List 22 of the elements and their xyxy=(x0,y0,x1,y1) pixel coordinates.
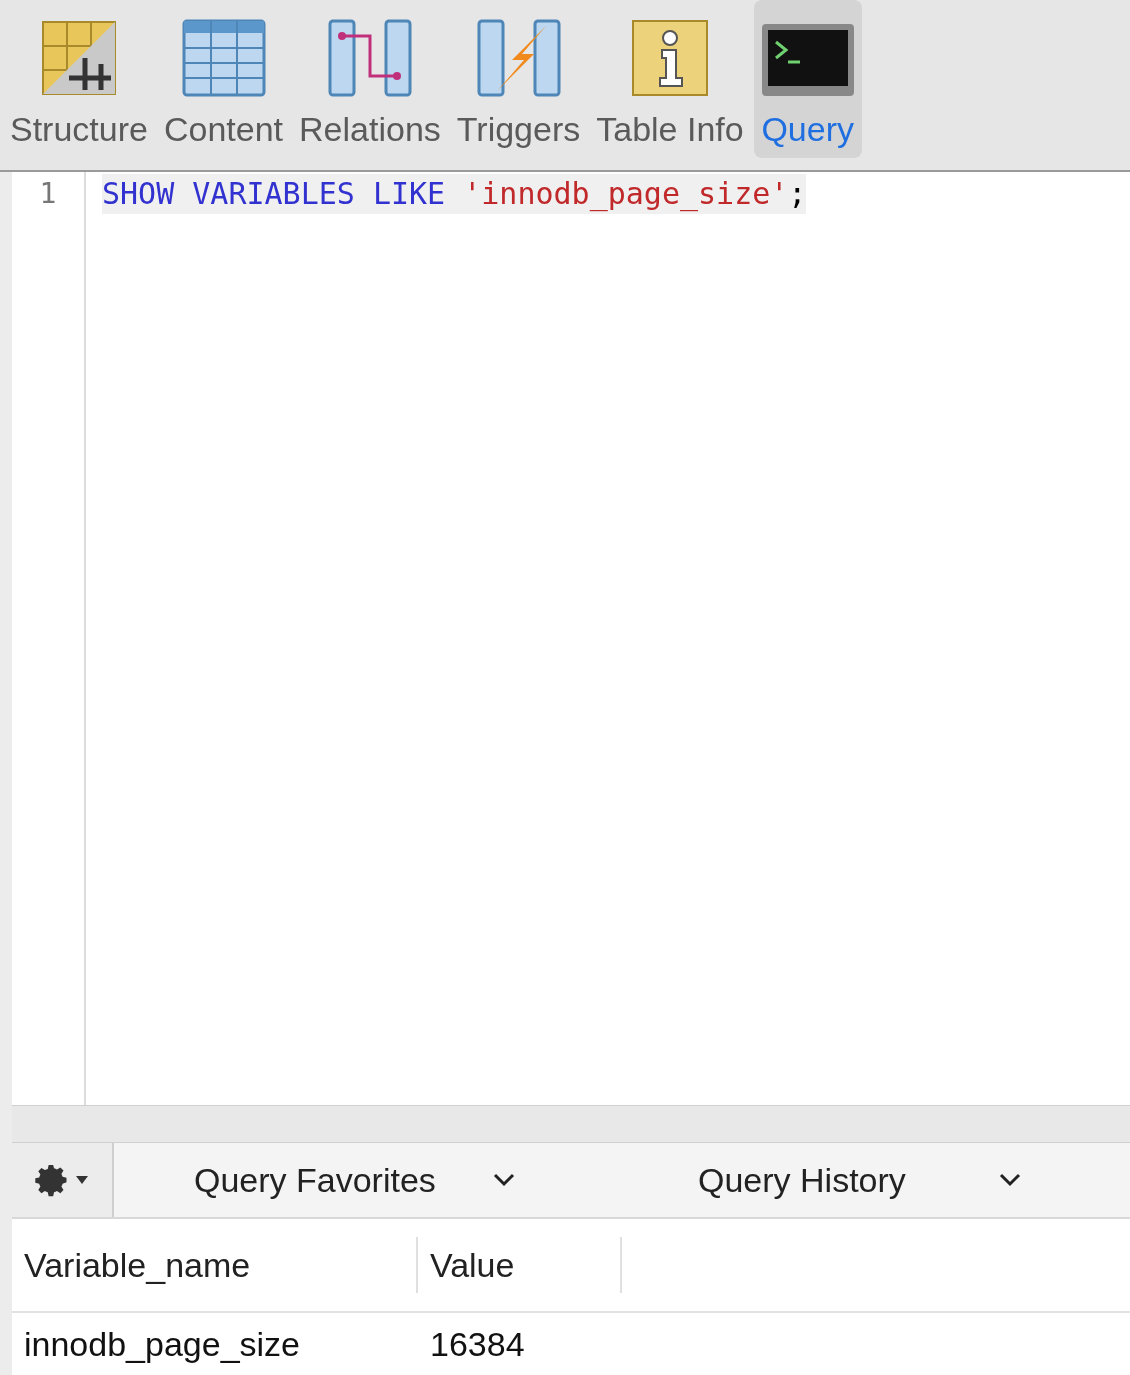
dropdown-arrow-icon xyxy=(75,1175,89,1185)
column-header[interactable]: Value xyxy=(418,1237,622,1293)
toolbar-tab[interactable]: Content xyxy=(157,0,290,158)
chevron-down-icon xyxy=(997,1172,1022,1188)
toolbar-tab[interactable]: Structure xyxy=(4,0,154,158)
terminal-icon xyxy=(759,22,856,98)
toolbar-tab[interactable]: Table Info xyxy=(590,0,750,158)
relations-icon xyxy=(326,18,413,98)
column-header[interactable]: Variable_name xyxy=(12,1237,418,1293)
gear-menu-button[interactable] xyxy=(12,1143,114,1217)
toolbar-tab[interactable]: Triggers xyxy=(450,0,587,158)
lightning-table-icon xyxy=(475,18,562,98)
toolbar-tab[interactable]: Query xyxy=(753,0,862,158)
line-number: 1 xyxy=(39,176,57,212)
info-icon xyxy=(629,18,710,98)
query-favorites-dropdown[interactable]: Query Favorites xyxy=(114,1143,614,1217)
table-grid-icon xyxy=(180,18,267,98)
query-history-dropdown[interactable]: Query History xyxy=(614,1143,1130,1217)
table-cell-text: innodb_page_size xyxy=(23,1323,302,1365)
table-cell-text: 16384 xyxy=(429,1323,526,1365)
chevron-down-icon xyxy=(491,1172,516,1188)
toolbar-tab[interactable]: Relations xyxy=(293,0,447,158)
